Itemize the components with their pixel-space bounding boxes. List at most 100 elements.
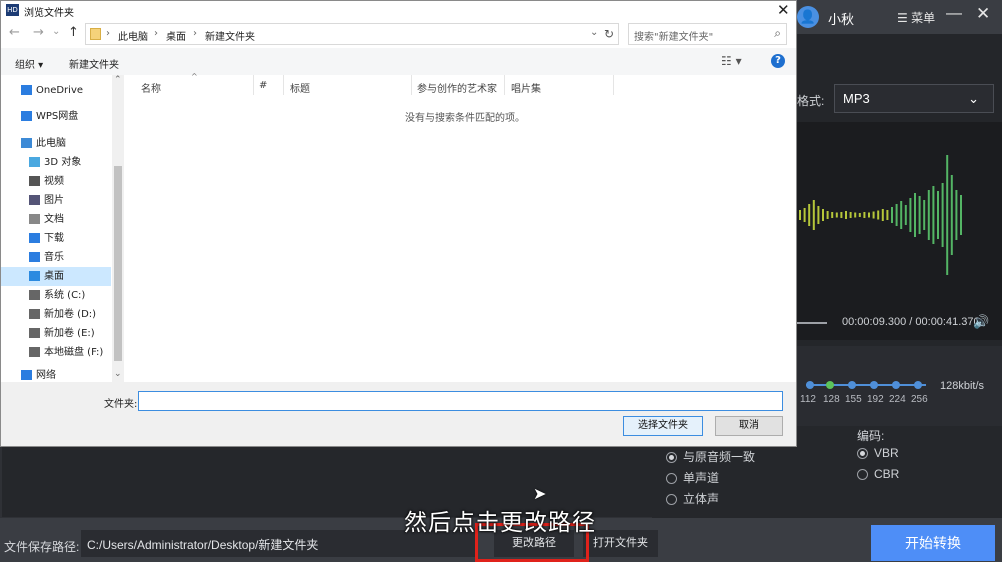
up-arrow-icon[interactable]: ↑ <box>68 25 79 40</box>
nav-item[interactable]: 此电脑 <box>1 134 111 153</box>
bitrate-slider[interactable] <box>806 384 926 386</box>
waveform-bar <box>895 204 898 226</box>
waveform-bar <box>868 212 870 218</box>
nav-item[interactable]: WPS网盘 <box>1 107 111 126</box>
nav-item[interactable]: 文档 <box>1 210 111 229</box>
scroll-down-icon[interactable]: ⌄ <box>114 369 122 379</box>
nav-item[interactable]: 系统 (C:) <box>1 286 111 305</box>
waveform-bar <box>923 200 926 230</box>
column-header-number[interactable]: # <box>259 80 267 91</box>
forward-arrow-icon[interactable]: → <box>33 25 44 40</box>
column-divider[interactable] <box>613 75 614 95</box>
column-divider[interactable] <box>253 75 254 95</box>
scroll-up-icon[interactable]: ⌃ <box>114 75 122 85</box>
waveform-bar <box>808 204 811 226</box>
column-divider[interactable] <box>411 75 412 95</box>
organize-button[interactable]: 组织 ▾ <box>15 56 43 71</box>
drive-icon <box>29 328 40 338</box>
nav-item[interactable]: 音乐 <box>1 248 111 267</box>
nav-item[interactable]: 视频 <box>1 172 111 191</box>
close-button[interactable]: ✕ <box>976 4 990 24</box>
nav-item[interactable]: OneDrive <box>1 81 111 100</box>
encoding-label: 编码: <box>857 429 885 443</box>
browse-folder-dialog: HD 浏览文件夹 ✕ ← → ⌄ ↑ › 此电脑 › 桌面 › 新建文件夹 ⌄ … <box>0 0 797 447</box>
channel-option-stereo[interactable]: 立体声 <box>666 490 719 507</box>
start-convert-button[interactable]: 开始转换 <box>871 525 995 561</box>
nav-item[interactable]: 本地磁盘 (F:) <box>1 343 111 362</box>
encoding-option-vbr[interactable]: VBR <box>857 446 899 460</box>
bitrate-tick-dot[interactable] <box>892 381 900 389</box>
help-icon[interactable]: ? <box>771 54 785 68</box>
format-value: MP3 <box>843 91 870 106</box>
bitrate-tick-dot[interactable] <box>848 381 856 389</box>
bitrate-tick-dot[interactable] <box>806 381 814 389</box>
waveform-bar <box>886 210 889 220</box>
folder-input[interactable] <box>138 391 783 411</box>
nav-item[interactable]: 图片 <box>1 191 111 210</box>
dialog-toolbar <box>1 48 796 75</box>
nav-item-label: 系统 (C:) <box>44 290 86 301</box>
user-name[interactable]: 小秋 <box>828 9 854 28</box>
cancel-button[interactable]: 取消 <box>715 416 783 436</box>
nav-item[interactable]: 新加卷 (D:) <box>1 305 111 324</box>
address-bar[interactable]: › 此电脑 › 桌面 › 新建文件夹 ⌄ ↻ <box>85 23 619 45</box>
select-folder-button[interactable]: 选择文件夹 <box>623 416 703 436</box>
recent-dropdown-icon[interactable]: ⌄ <box>52 26 60 37</box>
playback-progress[interactable] <box>797 322 827 324</box>
breadcrumb-item[interactable]: 此电脑 <box>118 28 148 43</box>
drive-icon <box>29 309 40 319</box>
column-header-title[interactable]: 标题 <box>290 80 310 95</box>
waveform-bar <box>812 200 815 230</box>
nav-item[interactable]: 新加卷 (E:) <box>1 324 111 343</box>
radio-icon <box>857 469 868 481</box>
search-icon[interactable]: ⌕ <box>774 26 781 41</box>
mouse-cursor-icon: ➤ <box>533 486 547 503</box>
nav-item[interactable]: 桌面 <box>1 267 111 286</box>
address-dropdown-icon[interactable]: ⌄ <box>590 27 598 38</box>
column-header-album[interactable]: 唱片集 <box>511 80 541 95</box>
bitrate-tick-dot[interactable] <box>870 381 878 389</box>
breadcrumb-item[interactable]: 新建文件夹 <box>205 28 255 43</box>
channel-option-mono[interactable]: 单声道 <box>666 469 719 486</box>
nav-item[interactable]: 3D 对象 <box>1 153 111 172</box>
volume-icon[interactable]: 🔊 <box>973 314 989 330</box>
new-folder-button[interactable]: 新建文件夹 <box>69 56 119 71</box>
column-divider[interactable] <box>504 75 505 95</box>
menu-button[interactable]: ☰ 菜单 <box>897 9 935 26</box>
minimize-button[interactable]: — <box>946 5 962 23</box>
cloud-icon <box>21 111 32 121</box>
format-select[interactable]: MP3 ⌄ <box>834 84 994 113</box>
nav-item-label: 音乐 <box>44 252 64 263</box>
column-header-name[interactable]: 名称 <box>141 80 161 95</box>
bitrate-tick-dot[interactable] <box>914 381 922 389</box>
bitrate-selected-dot[interactable] <box>826 381 834 389</box>
nav-item[interactable]: 下载 <box>1 229 111 248</box>
breadcrumb-separator: › <box>154 28 158 39</box>
view-options-icon[interactable]: ☷ ▾ <box>721 54 742 68</box>
waveform-bar <box>927 190 930 240</box>
column-divider[interactable] <box>283 75 284 95</box>
user-avatar-icon[interactable]: 👤 <box>797 6 819 28</box>
waveform-bar <box>909 198 912 232</box>
column-header-artist[interactable]: 参与创作的艺术家 <box>417 80 497 95</box>
refresh-icon[interactable]: ↻ <box>604 27 614 41</box>
drive-icon <box>29 290 40 300</box>
bitrate-tick: 192 <box>867 394 884 405</box>
image-icon <box>29 195 40 205</box>
download-icon <box>29 233 40 243</box>
save-path-label: 文件保存路径: <box>4 540 80 554</box>
nav-item-label: 文档 <box>44 214 64 225</box>
waveform-bar <box>950 175 953 255</box>
back-arrow-icon[interactable]: ← <box>9 25 20 40</box>
nav-item-label: OneDrive <box>36 85 84 96</box>
dialog-close-button[interactable]: ✕ <box>777 1 790 19</box>
search-placeholder: 搜索"新建文件夹" <box>634 32 714 43</box>
nav-scroll-thumb[interactable] <box>114 166 122 361</box>
encoding-option-cbr[interactable]: CBR <box>857 467 899 481</box>
search-input[interactable]: 搜索"新建文件夹" ⌕ <box>628 23 787 45</box>
document-icon <box>29 214 40 224</box>
breadcrumb-item[interactable]: 桌面 <box>166 28 186 43</box>
nav-item-label: WPS网盘 <box>36 111 79 122</box>
channel-option-original[interactable]: 与原音频一致 <box>666 448 755 465</box>
nav-item-label: 新加卷 (D:) <box>44 309 97 320</box>
